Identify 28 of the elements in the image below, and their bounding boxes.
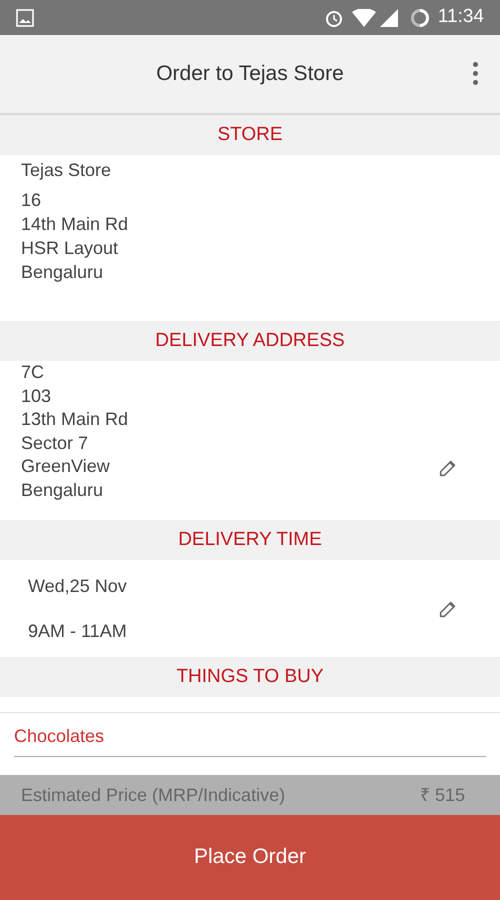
estimate-label: Estimated Price (MRP/Indicative): [21, 784, 286, 807]
address-line: Bengaluru: [21, 478, 104, 502]
address-line: Sector 7: [21, 432, 90, 454]
category-title[interactable]: Chocolates: [14, 713, 486, 757]
delivery-slot: 9AM - 11AM: [28, 618, 437, 644]
wifi-icon: [352, 8, 376, 26]
address-line: 13th Main Rd: [21, 408, 130, 431]
delivery-date: Wed,25 Nov: [28, 574, 128, 598]
address-line: Bengaluru: [21, 261, 104, 284]
section-header: STORE: [0, 115, 500, 155]
section-header: THINGS TO BUY: [0, 657, 500, 697]
signal-icon: [380, 8, 398, 26]
battery-icon: [410, 8, 430, 28]
app-bar-title: Order to Tejas Store: [155, 61, 345, 88]
section-header: DELIVERY TIME: [0, 520, 500, 560]
more-menu-button[interactable]: [473, 62, 478, 85]
address-line: HSR Layout: [21, 237, 120, 260]
section-header: DELIVERY ADDRESS: [0, 321, 500, 361]
address-line: 14th Main Rd: [21, 213, 130, 236]
image-icon: [16, 8, 34, 26]
address-line: 103: [21, 384, 52, 408]
estimate-amount: ₹ 515: [420, 784, 465, 806]
address-line: 7C: [21, 361, 46, 384]
store-name: Tejas Store: [21, 159, 112, 182]
address-line: GreenView: [21, 455, 111, 478]
clock: 11:34: [438, 5, 484, 30]
address-line: 16: [21, 189, 42, 212]
place-order-button[interactable]: Place Order: [0, 815, 500, 900]
